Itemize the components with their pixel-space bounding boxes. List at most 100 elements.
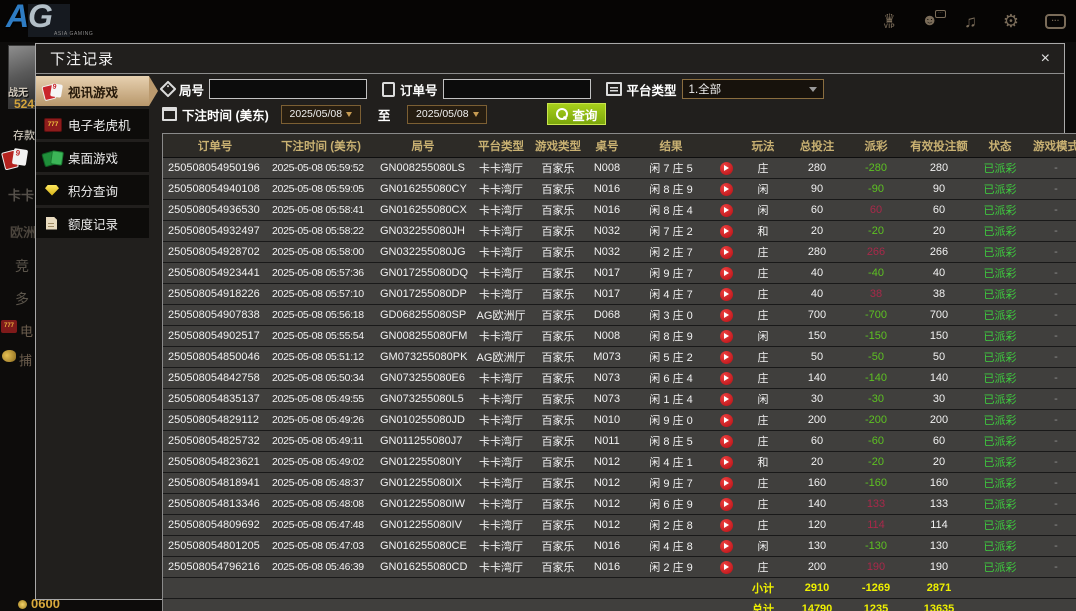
column-header: [713, 134, 739, 158]
order-input[interactable]: [442, 79, 591, 99]
replay-play-button[interactable]: [719, 539, 733, 553]
cell-side: 庄: [739, 262, 787, 284]
cell-side: 庄: [739, 367, 787, 389]
chat-bubble-icon[interactable]: ···: [1045, 13, 1066, 29]
sidebar-item-slots[interactable]: 777 电子老虎机: [36, 109, 149, 139]
lobby-tab-jing: 竞: [15, 258, 29, 274]
cell-payout: 114: [847, 514, 905, 536]
points-gem-icon: [43, 182, 62, 199]
replay-play-button[interactable]: [719, 392, 733, 406]
support-chat-icon[interactable]: ☻ ⋯: [921, 10, 947, 29]
cell-round: GN032255080JH: [375, 220, 471, 242]
result-video-cell: [713, 283, 739, 305]
replay-play-button[interactable]: [719, 455, 733, 469]
cell-table_no: N032: [585, 241, 629, 263]
cell-mode: -: [1027, 535, 1076, 557]
replay-play-button[interactable]: [719, 161, 733, 175]
query-button-label: 查询: [572, 108, 598, 123]
cell-valid: 200: [905, 409, 973, 431]
cell-bet: 280: [787, 241, 847, 263]
replay-play-button[interactable]: [719, 182, 733, 196]
platform-select[interactable]: 1.全部: [681, 79, 824, 99]
play-icon: [724, 438, 729, 444]
play-icon: [724, 291, 729, 297]
replay-play-button[interactable]: [719, 350, 733, 364]
sidebar-item-table-games[interactable]: 桌面游戏: [36, 142, 149, 172]
cell-valid: 40: [905, 262, 973, 284]
sidebar-item-label: 视讯游戏: [68, 85, 119, 100]
cell-round: GD068255080SP: [375, 304, 471, 326]
summary-cell: [973, 577, 1076, 599]
cell-result: 闲 9 庄 0: [629, 409, 713, 431]
tag-icon: [159, 80, 177, 98]
cell-time: 2025-05-08 05:55:54: [267, 325, 375, 347]
replay-play-button[interactable]: [719, 518, 733, 532]
cell-table_no: M073: [585, 346, 629, 368]
vip-icon[interactable]: ♛ VIP: [884, 12, 896, 30]
cell-bet: 120: [787, 514, 847, 536]
sidebar-item-points[interactable]: 积分查询: [36, 175, 149, 205]
close-icon[interactable]: ×: [1041, 50, 1050, 67]
logo-subtitle: ASIA GAMING: [54, 31, 94, 37]
replay-play-button[interactable]: [719, 560, 733, 574]
deposit-button: 存款: [13, 130, 35, 142]
cell-time: 2025-05-08 05:59:05: [267, 178, 375, 200]
cell-valid: 20: [905, 451, 973, 473]
cell-order: 250508054918226: [163, 283, 267, 305]
cell-table_no: N008: [585, 325, 629, 347]
cell-payout: -60: [847, 430, 905, 452]
cell-table_no: N073: [585, 388, 629, 410]
cell-round: GN012255080IV: [375, 514, 471, 536]
replay-play-button[interactable]: [719, 476, 733, 490]
chevron-down-icon: [472, 111, 479, 117]
replay-play-button[interactable]: [719, 497, 733, 511]
cell-table_no: N012: [585, 472, 629, 494]
replay-play-button[interactable]: [719, 413, 733, 427]
music-icon[interactable]: ♫: [964, 13, 977, 30]
cell-mode: -: [1027, 199, 1076, 221]
result-video-cell: [713, 451, 739, 473]
table-row: 250508054936530 2025-05-08 05:58:41 GN0162…: [163, 199, 1076, 221]
cell-time: 2025-05-08 05:48:37: [267, 472, 375, 494]
cell-valid: 30: [905, 388, 973, 410]
result-video-cell: [713, 241, 739, 263]
cell-side: 庄: [739, 493, 787, 515]
replay-play-button[interactable]: [719, 245, 733, 259]
replay-play-button[interactable]: [719, 266, 733, 280]
replay-play-button[interactable]: [719, 224, 733, 238]
result-video-cell: [713, 430, 739, 452]
cell-round: GN017255080DP: [375, 283, 471, 305]
result-video-cell: [713, 220, 739, 242]
sidebar-item-video-games[interactable]: 9 视讯游戏: [36, 76, 158, 106]
summary-cell: -1269: [847, 577, 905, 599]
cell-hall: 卡卡湾厅: [471, 514, 531, 536]
cell-table_no: N073: [585, 367, 629, 389]
summary-cell: 1235: [847, 598, 905, 611]
summary-cell: [973, 598, 1076, 611]
date-to-picker[interactable]: 2025/05/08: [407, 104, 488, 124]
cell-order: 250508054801205: [163, 535, 267, 557]
sidebar-item-credit-records[interactable]: 额度记录: [36, 208, 149, 238]
cell-result: 闲 6 庄 4: [629, 367, 713, 389]
replay-play-button[interactable]: [719, 203, 733, 217]
cell-game: 百家乐: [531, 199, 585, 221]
cell-status: 已派彩: [973, 472, 1027, 494]
round-input[interactable]: [209, 79, 368, 99]
cell-order: 250508054813346: [163, 493, 267, 515]
summary-cell: [163, 598, 739, 611]
settings-gear-icon[interactable]: ⚙: [1003, 12, 1019, 30]
replay-play-button[interactable]: [719, 434, 733, 448]
replay-play-button[interactable]: [719, 329, 733, 343]
date-from-picker[interactable]: 2025/05/08: [280, 104, 361, 124]
query-button[interactable]: 查询: [547, 103, 607, 125]
replay-play-button[interactable]: [719, 371, 733, 385]
cell-round: GN032255080JG: [375, 241, 471, 263]
cell-time: 2025-05-08 05:47:48: [267, 514, 375, 536]
cell-payout: -130: [847, 535, 905, 557]
replay-play-button[interactable]: [719, 308, 733, 322]
cell-table_no: N012: [585, 493, 629, 515]
replay-play-button[interactable]: [719, 287, 733, 301]
lobby-tab-buyu: 捕: [19, 353, 33, 368]
column-header: 派彩: [847, 134, 905, 158]
cell-result: 闲 6 庄 9: [629, 493, 713, 515]
